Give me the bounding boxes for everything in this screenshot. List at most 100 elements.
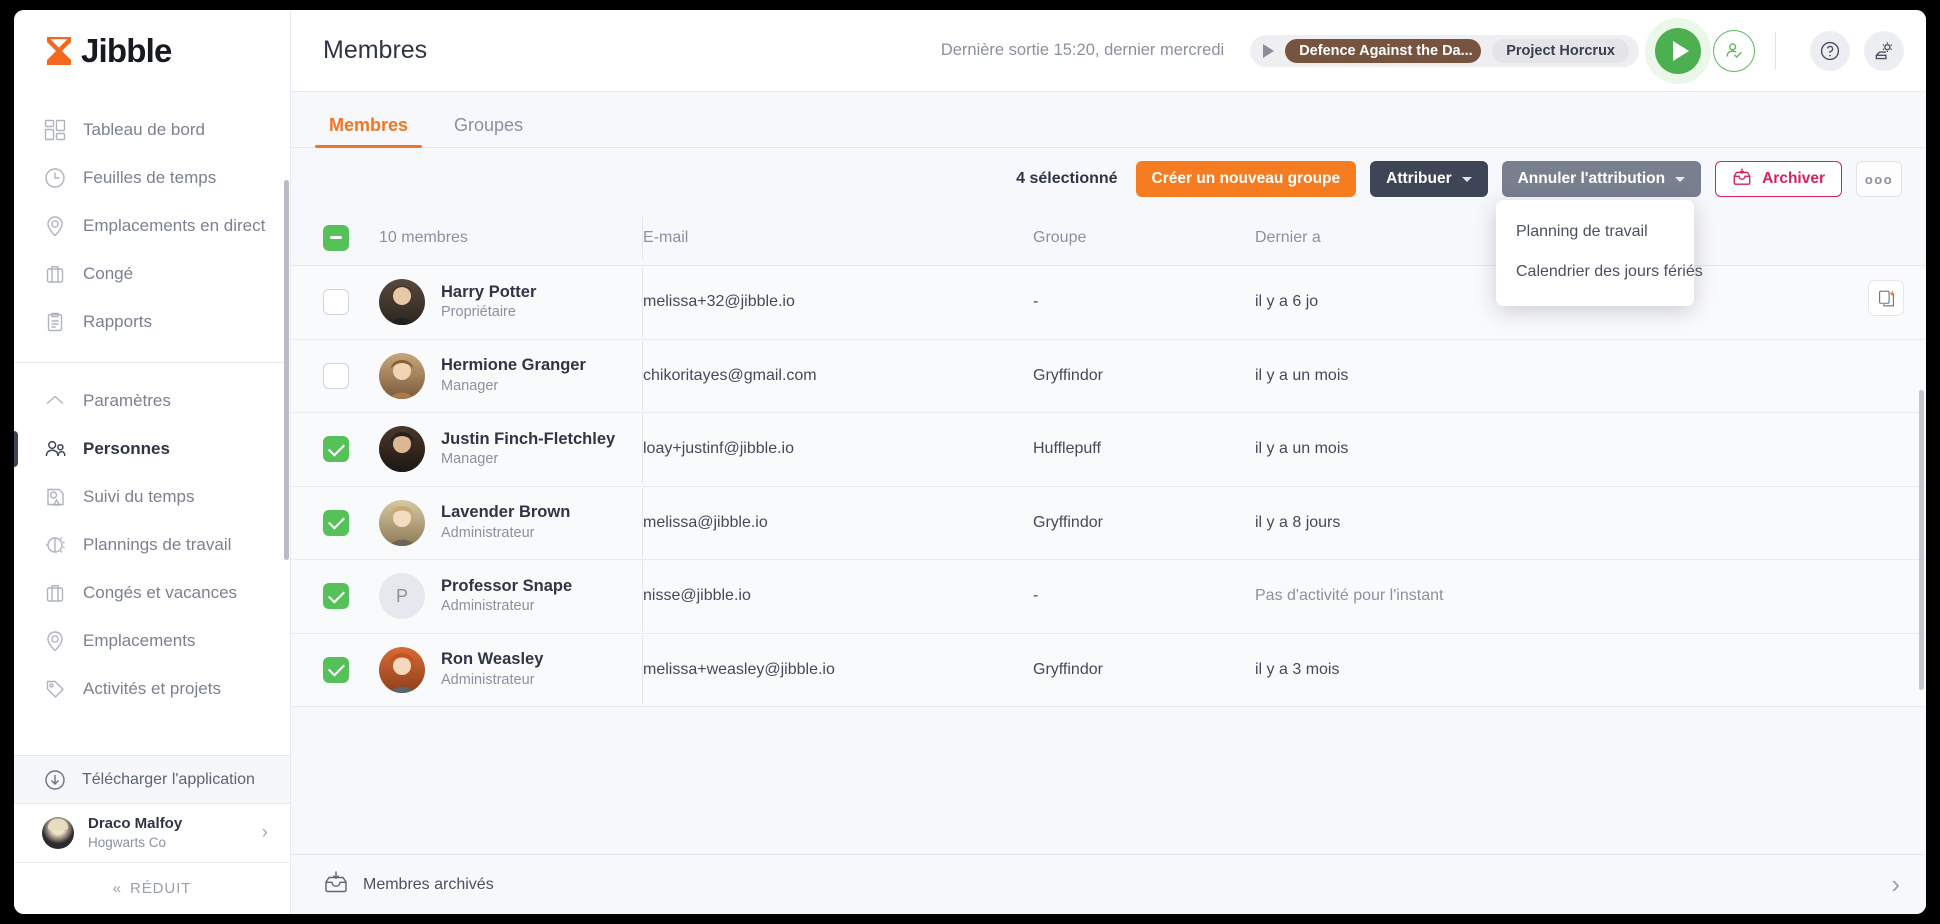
member-identity-cell: Hermione Granger Manager — [379, 353, 643, 399]
brand-logo[interactable]: Jibble — [14, 10, 290, 92]
personal-tracking-button[interactable] — [1713, 30, 1755, 72]
sidebar: Jibble Tableau de bord F — [14, 10, 291, 914]
chevron-right-icon[interactable]: › — [1891, 869, 1900, 900]
table-row[interactable]: Lavender Brown Administrateur melissa@ji… — [291, 487, 1926, 561]
user-profile[interactable]: Draco Malfoy Hogwarts Co › — [14, 803, 290, 862]
column-header-email[interactable]: E-mail — [643, 229, 1033, 247]
sidebar-item-label: Paramètres — [83, 391, 171, 411]
download-icon — [42, 767, 68, 793]
create-group-button[interactable]: Créer un nouveau groupe — [1136, 161, 1357, 197]
sidebar-item-feuilles-de-temps[interactable]: Feuilles de temps — [14, 154, 290, 202]
sidebar-item-suivi-du-temps[interactable]: Suivi du temps — [14, 473, 290, 521]
sidebar-item-label: Feuilles de temps — [83, 168, 216, 188]
sidebar-item-rapports[interactable]: Rapports — [14, 298, 290, 346]
table-row[interactable]: Justin Finch-Fletchley Manager loay+just… — [291, 413, 1926, 487]
sidebar-item-personnes[interactable]: Personnes — [14, 425, 290, 473]
clock-in-button[interactable] — [1655, 28, 1701, 74]
archive-box-icon — [1732, 167, 1752, 191]
sidebar-divider — [14, 362, 290, 363]
member-identity-cell: Justin Finch-Fletchley Manager — [379, 426, 643, 472]
sidebar-item-emplacements-en-direct[interactable]: Emplacements en direct — [14, 202, 290, 250]
selected-count: 4 sélectionné — [1016, 170, 1117, 188]
sidebar-item-label: Emplacements en direct — [83, 216, 265, 236]
sidebar-item-label: Personnes — [83, 439, 170, 459]
member-name: Justin Finch-Fletchley — [441, 429, 615, 450]
create-group-label: Créer un nouveau groupe — [1152, 170, 1341, 188]
sidebar-item-activites-et-projets[interactable]: Activités et projets — [14, 665, 290, 713]
dropdown-item-planning-de-travail[interactable]: Planning de travail — [1496, 212, 1694, 252]
member-email: melissa@jibble.io — [643, 514, 1033, 532]
time-tracking-icon — [42, 484, 68, 510]
members-table: 10 membres E-mail Groupe Dernier a — [291, 210, 1926, 854]
sidebar-item-label: Tableau de bord — [83, 120, 205, 140]
row-checkbox[interactable] — [323, 436, 349, 462]
member-group: Gryffindor — [1033, 514, 1255, 532]
row-select-cell — [323, 363, 379, 389]
help-button[interactable] — [1810, 31, 1850, 71]
row-checkbox[interactable] — [323, 657, 349, 683]
sidebar-item-conge[interactable]: Congé — [14, 250, 290, 298]
row-select-cell — [323, 657, 379, 683]
row-checkbox[interactable] — [323, 363, 349, 389]
table-scrollbar[interactable] — [1919, 390, 1924, 690]
assign-button[interactable]: Attribuer — [1370, 161, 1487, 197]
activity-chip[interactable]: Defence Against the Da... — [1285, 39, 1481, 63]
row-checkbox[interactable] — [323, 510, 349, 536]
member-group: - — [1033, 587, 1255, 605]
unassign-button[interactable]: Annuler l'attribution — [1502, 161, 1701, 197]
archive-button[interactable]: Archiver — [1715, 161, 1842, 197]
chevron-double-left-icon: « — [113, 880, 122, 897]
download-app-label: Télécharger l'application — [82, 771, 255, 789]
dropdown-item-calendrier-des-jours-feries[interactable]: Calendrier des jours fériés — [1496, 252, 1694, 292]
action-toolbar: 4 sélectionné Créer un nouveau groupe At… — [291, 148, 1926, 210]
member-name: Hermione Granger — [441, 355, 586, 376]
collapse-sidebar-button[interactable]: « RÉDUIT — [14, 862, 290, 914]
table-row[interactable]: Ron Weasley Administrateur melissa+weasl… — [291, 634, 1926, 708]
sidebar-item-conges-et-vacances[interactable]: Congés et vacances — [14, 569, 290, 617]
member-group: Gryffindor — [1033, 661, 1255, 679]
member-identity-cell: Harry Potter Propriétaire — [379, 279, 643, 325]
column-header-group[interactable]: Groupe — [1033, 229, 1255, 247]
sidebar-item-tableau-de-bord[interactable]: Tableau de bord — [14, 106, 290, 154]
assign-label: Attribuer — [1386, 170, 1451, 188]
sidebar-item-parametres[interactable]: Paramètres — [14, 377, 290, 425]
archive-box-icon — [323, 870, 349, 899]
member-identity-cell: Ron Weasley Administrateur — [379, 647, 643, 693]
member-last-activity: il y a 8 jours — [1255, 514, 1926, 532]
table-row[interactable]: Hermione Granger Manager chikoritayes@gm… — [291, 340, 1926, 414]
export-members-button[interactable] — [1868, 280, 1904, 316]
archive-label: Archiver — [1762, 170, 1825, 188]
sidebar-item-emplacements[interactable]: Emplacements — [14, 617, 290, 665]
settings-button[interactable] — [1864, 31, 1904, 71]
avatar — [379, 500, 425, 546]
row-checkbox[interactable] — [323, 289, 349, 315]
brand-name: Jibble — [81, 32, 172, 70]
table-body: Harry Potter Propriétaire melissa+32@jib… — [291, 266, 1926, 707]
member-last-activity: Pas d'activité pour l'instant — [1255, 587, 1926, 605]
member-name: Harry Potter — [441, 282, 536, 303]
member-count-cell: 10 membres — [379, 229, 643, 247]
member-email: melissa+weasley@jibble.io — [643, 661, 1033, 679]
table-row[interactable]: P Professor Snape Administrateur nisse@j… — [291, 560, 1926, 634]
row-checkbox[interactable] — [323, 583, 349, 609]
clock-in-halo — [1645, 18, 1711, 84]
select-all-checkbox[interactable] — [323, 225, 349, 251]
tab-groupes[interactable]: Groupes — [448, 115, 529, 147]
member-group: Gryffindor — [1033, 367, 1255, 385]
archived-members-label[interactable]: Membres archivés — [363, 876, 494, 894]
member-last-activity: il y a 3 mois — [1255, 661, 1926, 679]
tracking-pill[interactable]: Defence Against the Da... Project Horcru… — [1250, 35, 1639, 67]
member-last-activity: il y a un mois — [1255, 367, 1926, 385]
clock-icon — [42, 165, 68, 191]
tab-membres[interactable]: Membres — [323, 115, 414, 147]
sidebar-item-plannings-de-travail[interactable]: Plannings de travail — [14, 521, 290, 569]
member-count-label: 10 membres — [379, 229, 468, 247]
download-app-button[interactable]: Télécharger l'application — [14, 755, 290, 803]
column-divider — [642, 341, 643, 411]
project-chip[interactable]: Project Horcrux — [1492, 39, 1629, 63]
avatar — [42, 817, 74, 849]
table-footer: Membres archivés › — [291, 854, 1926, 914]
member-name: Lavender Brown — [441, 502, 570, 523]
more-options-button[interactable]: ooo — [1856, 161, 1902, 197]
row-select-cell — [323, 583, 379, 609]
